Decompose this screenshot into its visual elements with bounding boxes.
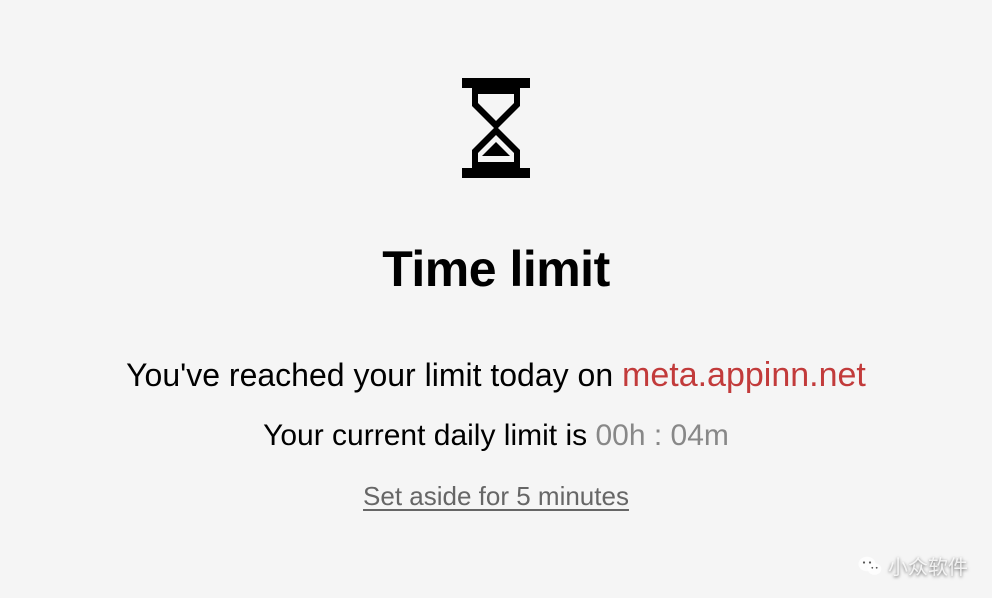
set-aside-link[interactable]: Set aside for 5 minutes xyxy=(363,481,629,512)
daily-limit-line: Your current daily limit is 00h : 04m xyxy=(263,419,729,453)
hourglass-icon xyxy=(456,78,536,178)
watermark: 小众软件 xyxy=(858,551,968,580)
wechat-icon xyxy=(858,555,882,577)
limit-time-value: 00h : 04m xyxy=(595,419,728,452)
limit-prefix: Your current daily limit is xyxy=(263,419,595,452)
limit-reached-message: You've reached your limit today on meta.… xyxy=(126,356,866,395)
watermark-text: 小众软件 xyxy=(888,551,968,580)
site-name: meta.appinn.net xyxy=(622,356,866,394)
page-title: Time limit xyxy=(382,240,609,298)
message-prefix: You've reached your limit today on xyxy=(126,357,622,393)
